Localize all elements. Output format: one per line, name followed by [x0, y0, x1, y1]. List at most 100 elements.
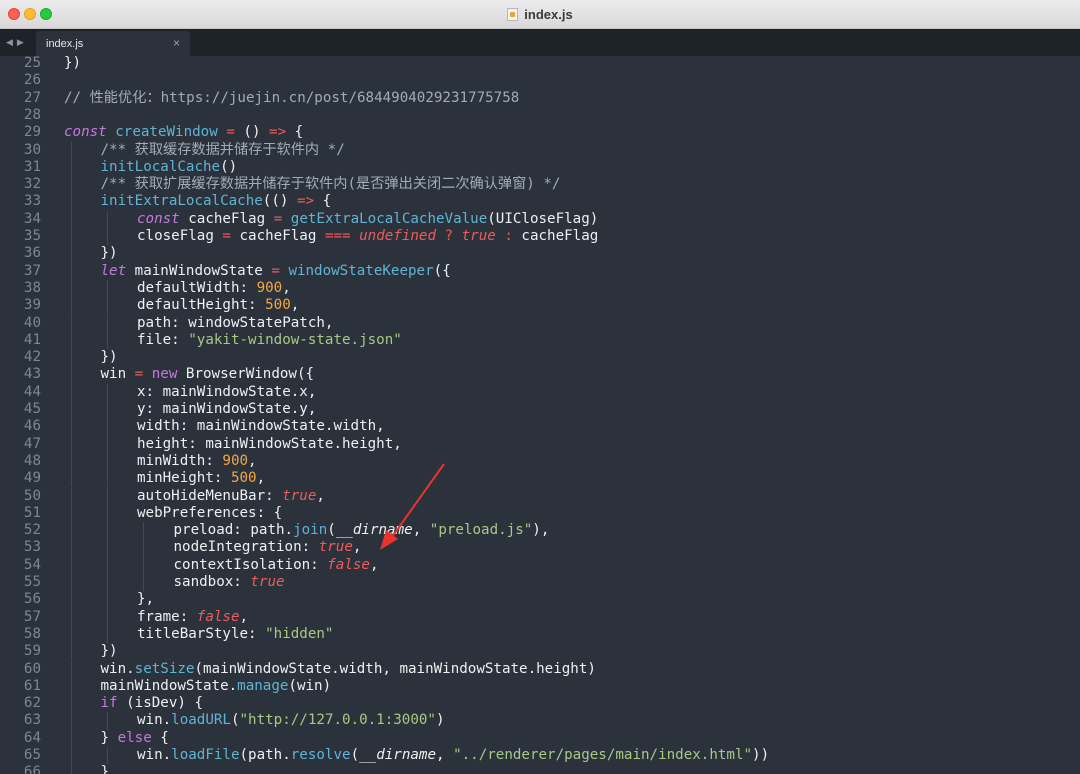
code-line[interactable]: 48 minWidth: 900,	[0, 452, 1080, 471]
code-text: initExtraLocalCache(() => {	[101, 193, 332, 210]
indent-guide	[107, 574, 108, 592]
code-token: :	[504, 228, 513, 244]
window-title-text: index.js	[524, 6, 573, 22]
code-line[interactable]: 53 nodeIntegration: true,	[0, 539, 1080, 557]
code-token: }	[100, 729, 118, 746]
code-line[interactable]: 62 if (isDev) {	[0, 695, 1080, 713]
code-line[interactable]: 51 webPreferences: {	[0, 504, 1080, 523]
code-token: cacheFlag	[230, 228, 325, 244]
code-token: ()	[234, 124, 270, 141]
line-number: 54	[23, 556, 41, 573]
code-line[interactable]: 26	[0, 72, 1080, 89]
code-token: "yakit-window-state.json"	[188, 331, 402, 348]
code-line[interactable]: 59})	[0, 643, 1080, 661]
line-number: 62	[23, 695, 41, 712]
back-arrow-icon[interactable]: ◀	[6, 37, 13, 48]
code-line[interactable]: 42})	[0, 349, 1080, 367]
indent-guide	[107, 470, 108, 488]
code-text: const createWindow = () => {	[64, 124, 303, 141]
code-line[interactable]: 52 preload: path.join(__dirname, "preload…	[0, 522, 1080, 540]
code-token: ,	[290, 297, 300, 314]
code-line[interactable]: 41 file: "yakit-window-state.json"	[0, 331, 1080, 350]
code-line[interactable]: 61 mainWindowState.manage(win)	[0, 677, 1080, 696]
code-line[interactable]: 38 defaultWidth: 900,	[0, 279, 1080, 298]
line-number: 30	[23, 141, 41, 158]
code-token: ,	[352, 539, 362, 556]
indent-guide	[107, 383, 108, 401]
code-line[interactable]: 28	[0, 107, 1080, 124]
line-number: 38	[23, 279, 41, 296]
code-token: ===	[324, 228, 351, 244]
code-line[interactable]: 65 win.loadFile(path.resolve(__dirname, "…	[0, 747, 1080, 765]
indent-guide	[71, 625, 72, 644]
indent-guide	[71, 314, 72, 332]
code-line[interactable]: 46 width: mainWindowState.width,	[0, 418, 1080, 436]
line-number: 64	[23, 729, 41, 746]
code-line[interactable]: 58 titleBarStyle: "hidden"	[0, 625, 1080, 644]
code-line[interactable]: 55 sandbox: true	[0, 574, 1080, 592]
code-line[interactable]: 50 autoHideMenuBar: true,	[0, 487, 1080, 505]
code-line[interactable]: 49 minHeight: 500,	[0, 470, 1080, 488]
indent-guide	[107, 504, 108, 523]
indent-guide	[71, 331, 72, 350]
code-token: initExtraLocalCache	[100, 193, 263, 210]
code-line[interactable]: 57 frame: false,	[0, 608, 1080, 626]
code-line[interactable]: 27 // 性能优化：https://juejin.cn/post/6844904…	[0, 90, 1080, 107]
code-text: frame: false,	[137, 609, 248, 626]
indent-guide	[107, 539, 108, 557]
code-editor[interactable]: 25}) 26 27// 性能优化：https://juejin.cn/post/6…	[0, 56, 1080, 774]
line-number: 52	[23, 522, 41, 539]
code-token: false	[327, 556, 370, 573]
indent-guide	[71, 452, 72, 471]
code-line[interactable]: 36})	[0, 245, 1080, 263]
code-line[interactable]: 40 path: windowStatePatch,	[0, 314, 1080, 332]
code-line[interactable]: 37 let mainWindowState = windowStateKeepe…	[0, 262, 1080, 280]
code-line[interactable]: 29 const createWindow = () => {	[0, 124, 1080, 141]
code-line[interactable]: 25})	[0, 56, 1080, 72]
code-line[interactable]: 30 /** 获取缓存数据并储存于软件内 */	[0, 141, 1080, 159]
code-token: (isDev) {	[117, 695, 204, 712]
code-token: (	[327, 522, 336, 539]
code-line[interactable]: 31 initLocalCache()	[0, 158, 1080, 177]
code-token: "../renderer/pages/main/index.html"	[453, 747, 753, 763]
code-line[interactable]: 63 win.loadURL("http://127.0.0.1:3000")	[0, 712, 1080, 730]
code-line[interactable]: 32 /** 获取扩展缓存数据并储存于软件内(是否弹出关闭二次确认弹窗) */	[0, 176, 1080, 194]
code-line[interactable]: 44 x: mainWindowState.x,	[0, 383, 1080, 401]
code-line[interactable]: 47 height: mainWindowState.height,	[0, 435, 1080, 453]
code-line[interactable]: 39 defaultHeight: 500,	[0, 297, 1080, 315]
code-token: =>	[269, 124, 287, 141]
code-text: }	[101, 764, 110, 774]
code-text: const cacheFlag = getExtraLocalCacheValu…	[137, 211, 598, 228]
forward-arrow-icon[interactable]: ▶	[17, 37, 24, 48]
line-number: 45	[23, 401, 41, 417]
line-number: 59	[23, 643, 41, 660]
code-line[interactable]: 64} else {	[0, 729, 1080, 747]
code-line[interactable]: 56},	[0, 591, 1080, 609]
code-line[interactable]: 60 win.setSize(mainWindowState.width, mai…	[0, 660, 1080, 678]
indent-guide	[107, 591, 108, 609]
code-line[interactable]: 34 const cacheFlag = getExtraLocalCacheVa…	[0, 210, 1080, 228]
code-token: closeFlag	[137, 228, 223, 244]
code-line[interactable]: 54 contextIsolation: false,	[0, 556, 1080, 574]
indent-guide	[107, 712, 108, 730]
tab-bar: ◀ ▶ index.js ×	[0, 29, 1080, 56]
code-text: minWidth: 900,	[137, 453, 257, 470]
code-token: autoHideMenuBar:	[137, 487, 283, 504]
line-number: 35	[23, 228, 41, 244]
code-line[interactable]: 43 win = new BrowserWindow({	[0, 366, 1080, 384]
tab-index-js[interactable]: index.js ×	[36, 31, 190, 56]
code-line[interactable]: 35 closeFlag = cacheFlag === undefined ? …	[0, 228, 1080, 246]
code-token: })	[100, 349, 118, 366]
code-line[interactable]: 66}	[0, 764, 1080, 774]
line-number: 32	[23, 176, 41, 193]
indent-guide	[71, 747, 72, 765]
code-token: {	[151, 729, 169, 746]
indent-guide	[107, 331, 108, 350]
code-line[interactable]: 45 y: mainWindowState.y,	[0, 401, 1080, 419]
line-number: 50	[23, 487, 41, 504]
line-number: 60	[23, 660, 41, 677]
indent-guide	[71, 591, 72, 609]
tab-close-icon[interactable]: ×	[173, 36, 180, 50]
code-line[interactable]: 33 initExtraLocalCache(() => {	[0, 193, 1080, 211]
